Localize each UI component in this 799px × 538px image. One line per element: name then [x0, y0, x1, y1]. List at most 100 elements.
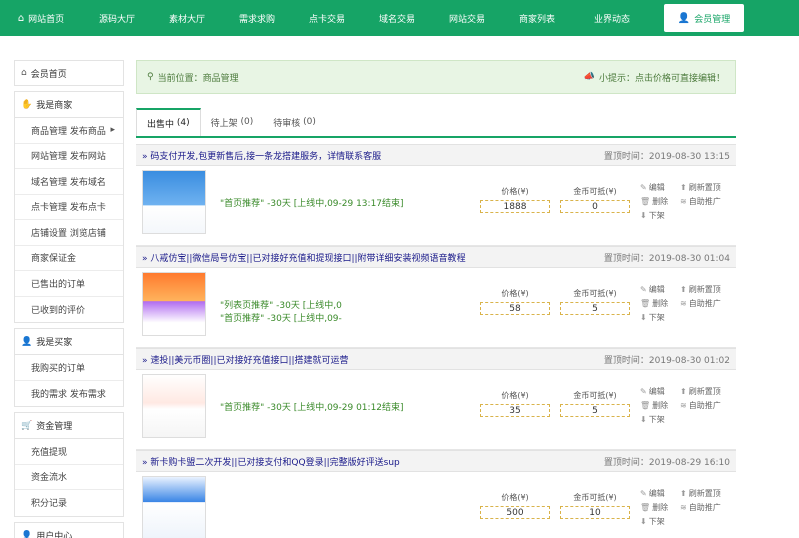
sidebar-item-deposit[interactable]: 商家保证金: [15, 246, 123, 271]
location-pin-icon: ⚲: [147, 72, 154, 82]
pencil-icon: ✎: [640, 285, 647, 294]
top-nav: ⌂ 网站首页 源码大厅 素材大厅 需求求购 点卡交易 域名交易 网站交易 商家列表…: [0, 0, 799, 36]
price-column: 价格(¥) 1888: [480, 186, 550, 213]
listing-thumbnail[interactable]: [142, 272, 206, 336]
tab-bar: 出售中 (4) 待上架 (0) 待审核 (0): [136, 108, 736, 138]
promote-button[interactable]: ≋ 自助推广: [680, 196, 736, 207]
coin-field[interactable]: 10: [560, 506, 630, 519]
nav-website[interactable]: 网站交易: [432, 0, 502, 36]
listing-top-time: 置顶时间：2019-08-30 01:02: [603, 355, 730, 366]
tab-pending-review[interactable]: 待审核 (0): [263, 108, 326, 136]
unlist-button[interactable]: ⬇ 下架: [640, 210, 680, 221]
coin-field[interactable]: 0: [560, 200, 630, 213]
refresh-top-button[interactable]: ⬆ 刷新置顶: [680, 284, 736, 295]
nav-demand[interactable]: 需求求购: [222, 0, 292, 36]
price-field[interactable]: 1888: [480, 200, 550, 213]
sidebar-item-recharge[interactable]: 充值提现: [15, 439, 123, 465]
sidebar-item-points[interactable]: 积分记录: [15, 490, 123, 516]
sidebar-group-title: 👤 用户中心: [15, 523, 123, 538]
sidebar-group-title: 👤 我是买家: [15, 329, 123, 355]
listing-top-time: 置顶时间：2019-08-30 01:04: [603, 253, 730, 264]
delete-button[interactable]: 🗑 删除: [640, 196, 680, 207]
sidebar-item-domain[interactable]: 域名管理 发布域名: [15, 169, 123, 195]
edit-button[interactable]: ✎ 编辑: [640, 284, 680, 295]
price-label: 价格(¥): [501, 493, 529, 502]
tab-pending-shelf[interactable]: 待上架 (0): [201, 108, 264, 136]
sidebar-item-demand[interactable]: 我的需求 发布需求: [15, 381, 123, 407]
sidebar-item-sold-orders[interactable]: 已售出的订单: [15, 271, 123, 297]
nav-material[interactable]: 素材大厅: [152, 0, 222, 36]
nav-member[interactable]: 👤 会员管理: [664, 4, 744, 32]
pencil-icon: ✎: [640, 387, 647, 396]
listing-header: » 八戒仿宝||微信局号仿宝||已对接好充值和提现接口||附带详细安装视频语音教…: [136, 246, 736, 268]
unlist-button[interactable]: ⬇ 下架: [640, 312, 680, 323]
thumb-icon: ✋: [21, 99, 33, 110]
nav-card[interactable]: 点卡交易: [292, 0, 362, 36]
promote-button[interactable]: ≋ 自助推广: [680, 502, 736, 513]
arrow-up-icon: ⬆: [680, 387, 687, 396]
listing-title[interactable]: » 新卡购卡盟二次开发||已对接支付和QQ登录||完整版好评送sup: [142, 455, 400, 468]
sidebar-item-website[interactable]: 网站管理 发布网站: [15, 144, 123, 169]
promote-button[interactable]: ≋ 自助推广: [680, 400, 736, 411]
listing-actions: ✎ 编辑 ⬆ 刷新置顶 🗑 删除 ≋ 自助推广 ⬇ 下架: [640, 284, 736, 323]
sidebar-item-bought-orders[interactable]: 我购买的订单: [15, 355, 123, 381]
listing-thumbnail[interactable]: [142, 170, 206, 234]
sidebar-group-title: 🛒 资金管理: [15, 413, 123, 439]
unlist-button[interactable]: ⬇ 下架: [640, 516, 680, 527]
refresh-top-button[interactable]: ⬆ 刷新置顶: [680, 488, 736, 499]
refresh-top-button[interactable]: ⬆ 刷新置顶: [680, 182, 736, 193]
arrow-down-icon: ⬇: [640, 313, 647, 322]
recommend-line: "首页推荐" -30天 [上线中,09-: [220, 314, 342, 324]
sidebar-item-goods[interactable]: 商品管理 发布商品: [15, 118, 123, 144]
listing-thumbnail[interactable]: [142, 374, 206, 438]
listing-list: » 码支付开发,包更新售后,接一条龙搭建服务，详情联系客服 置顶时间：2019-…: [136, 144, 736, 538]
refresh-top-button[interactable]: ⬆ 刷新置顶: [680, 386, 736, 397]
wifi-icon: ≋: [680, 197, 687, 206]
wifi-icon: ≋: [680, 299, 687, 308]
coin-field[interactable]: 5: [560, 404, 630, 417]
tab-on-sale[interactable]: 出售中 (4): [136, 108, 201, 136]
price-label: 价格(¥): [501, 187, 529, 196]
sidebar-group-title: ✋ 我是商家: [15, 92, 123, 118]
listing-title[interactable]: » 八戒仿宝||微信局号仿宝||已对接好充值和提现接口||附带详细安装视频语音教…: [142, 251, 466, 264]
listing-item: » 速投||美元币圈||已对接好充值接口||搭建就可运营 置顶时间：2019-0…: [136, 348, 736, 450]
nav-news[interactable]: 业界动态: [572, 0, 652, 36]
arrow-down-icon: ⬇: [640, 415, 647, 424]
home-icon: ⌂: [17, 12, 25, 24]
price-field[interactable]: 35: [480, 404, 550, 417]
sidebar-item-card[interactable]: 点卡管理 发布点卡: [15, 195, 123, 220]
listing-title[interactable]: » 码支付开发,包更新售后,接一条龙搭建服务，详情联系客服: [142, 149, 381, 162]
listing-body: "首页推荐" -30天 [上线中,09-29 01:12结束] 价格(¥) 35…: [136, 370, 736, 450]
unlist-button[interactable]: ⬇ 下架: [640, 414, 680, 425]
nav-merchants[interactable]: 商家列表: [502, 0, 572, 36]
sidebar-home[interactable]: ⌂ 会员首页: [14, 60, 124, 86]
pencil-icon: ✎: [640, 183, 647, 192]
coin-column: 金币可抵(¥) 0: [560, 186, 630, 213]
price-label: 价格(¥): [501, 391, 529, 400]
edit-button[interactable]: ✎ 编辑: [640, 386, 680, 397]
listing-top-time: 置顶时间：2019-08-30 13:15: [603, 151, 730, 162]
price-field[interactable]: 500: [480, 506, 550, 519]
listing-thumbnail[interactable]: [142, 476, 206, 538]
edit-button[interactable]: ✎ 编辑: [640, 488, 680, 499]
recommend-line: "首页推荐" -30天 [上线中,09-29 01:12结束]: [220, 403, 404, 413]
delete-button[interactable]: 🗑 删除: [640, 298, 680, 309]
nav-domain[interactable]: 域名交易: [362, 0, 432, 36]
listing-title[interactable]: » 速投||美元币圈||已对接好充值接口||搭建就可运营: [142, 353, 349, 366]
promote-button[interactable]: ≋ 自助推广: [680, 298, 736, 309]
user-icon: 👤: [677, 12, 691, 24]
trash-icon: 🗑: [640, 401, 651, 410]
nav-home[interactable]: ⌂ 网站首页: [0, 0, 82, 36]
listing-actions: ✎ 编辑 ⬆ 刷新置顶 🗑 删除 ≋ 自助推广 ⬇ 下架: [640, 182, 736, 221]
nav-source[interactable]: 源码大厅: [82, 0, 152, 36]
sidebar-group-merchant: ✋我是商家 商品管理 发布商品 网站管理 发布网站 域名管理 发布域名 点卡管理…: [14, 91, 124, 323]
sidebar-item-reviews[interactable]: 已收到的评价: [15, 297, 123, 323]
delete-button[interactable]: 🗑 删除: [640, 502, 680, 513]
delete-button[interactable]: 🗑 删除: [640, 400, 680, 411]
pencil-icon: ✎: [640, 489, 647, 498]
sidebar-item-shop[interactable]: 店铺设置 浏览店铺: [15, 220, 123, 246]
coin-field[interactable]: 5: [560, 302, 630, 315]
price-field[interactable]: 58: [480, 302, 550, 315]
edit-button[interactable]: ✎ 编辑: [640, 182, 680, 193]
sidebar-item-flow[interactable]: 资金流水: [15, 465, 123, 490]
